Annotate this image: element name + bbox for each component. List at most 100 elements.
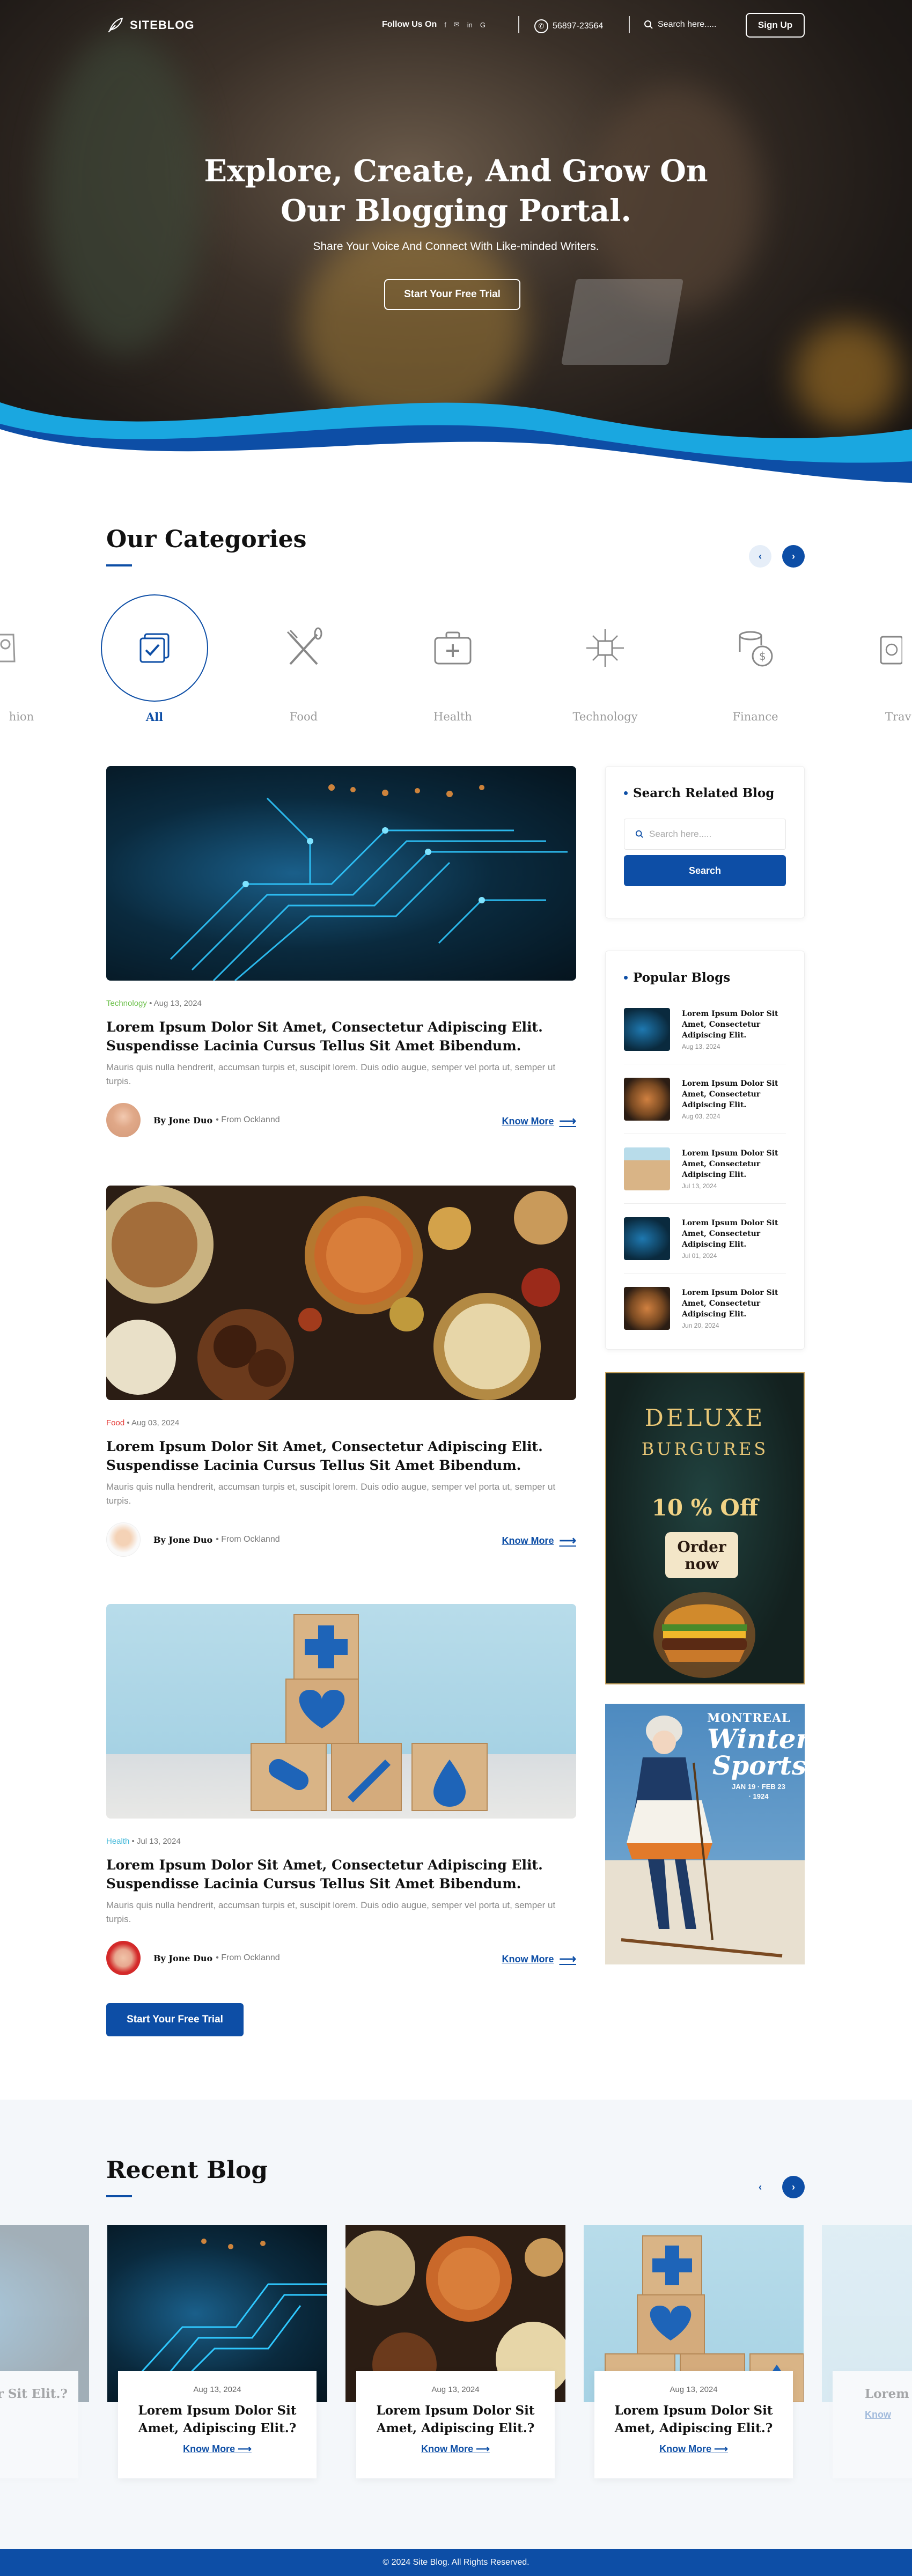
category-finance[interactable]: $ Finance [702, 594, 809, 723]
popular-blogs-card: Popular Blogs Lorem Ipsum Dolor Sit Amet… [605, 951, 805, 1350]
post-image-health[interactable] [106, 1604, 576, 1819]
recent-blog-title: Recent Blog [106, 2157, 268, 2184]
know-more-link[interactable]: Know More ⟶ [502, 1114, 576, 1128]
recent-card-title: Dolor Sit Elit.? [0, 2387, 68, 2401]
recent-card-more[interactable]: Know [865, 2409, 912, 2420]
skier-illustration [621, 1716, 783, 1957]
popular-item[interactable]: Lorem Ipsum Dolor Sit Amet, Consectetur … [624, 1064, 786, 1134]
post-category[interactable]: Technology [106, 999, 147, 1008]
post-excerpt: Mauris quis nulla hendrerit, accumsan tu… [106, 1900, 556, 1924]
popular-thumb [624, 1217, 670, 1260]
phone-contact[interactable]: ✆ 56897-23564 [534, 19, 603, 33]
recent-prev-button[interactable]: ‹ [749, 2176, 771, 2198]
hero-title-line2: Our Blogging Portal. [281, 193, 631, 229]
recent-card[interactable]: Aug 13, 2024 Lorem Ipsum Dolor Sit Amet,… [107, 2225, 327, 2478]
mail-icon[interactable]: ✉ [454, 20, 460, 29]
popular-list: Lorem Ipsum Dolor Sit Amet, Consectetur … [624, 995, 786, 1343]
coins-icon: $ [702, 594, 809, 702]
recent-card[interactable]: Aug 13, 2024 Lorem Ipsum Dolor Sit Amet,… [584, 2225, 804, 2478]
nav-search[interactable]: Search here..... [644, 20, 716, 30]
blog-post: Health • Jul 13, 2024 Lorem Ipsum Dolor … [106, 1604, 576, 1976]
category-fashion[interactable]: hion [0, 594, 54, 723]
category-travel[interactable]: Trav [854, 594, 912, 723]
category-health[interactable]: Health [399, 594, 506, 723]
burger-image [653, 1592, 755, 1678]
avatar [106, 1522, 141, 1557]
popular-item[interactable]: Lorem Ipsum Dolor Sit Amet, Consectetur … [624, 1134, 786, 1204]
ad-offer: 10 % Off [651, 1495, 759, 1521]
recent-card[interactable]: Lorem I Amet, A Know [822, 2225, 912, 2478]
site-logo[interactable]: SITEBLOG [106, 16, 194, 34]
recent-card[interactable]: Dolor Sit Elit.? [0, 2225, 89, 2478]
categories-prev-button[interactable]: ‹ [749, 545, 771, 568]
post-category[interactable]: Food [106, 1418, 124, 1427]
category-label: All [145, 710, 164, 724]
top-nav: SITEBLOG Follow Us On f ✉ in G ✆ 56897-2… [0, 0, 912, 51]
logo-text: SITEBLOG [130, 18, 195, 32]
post-date: Jul 13, 2024 [136, 1837, 181, 1846]
post-category[interactable]: Health [106, 1837, 129, 1846]
post-image-food[interactable] [106, 1186, 576, 1400]
nav-divider [518, 16, 519, 33]
popular-item[interactable]: Lorem Ipsum Dolor Sit Amet, Consectetur … [624, 1204, 786, 1274]
author-location-text: From Ocklannd [221, 1535, 280, 1544]
linkedin-icon[interactable]: in [467, 21, 473, 29]
post-title[interactable]: Lorem Ipsum Dolor Sit Amet, Consectetur … [106, 1856, 576, 1893]
popular-title: Lorem Ipsum Dolor Sit Amet, Consectetur … [682, 1079, 778, 1109]
phone-icon: ✆ [534, 19, 548, 33]
winter-sports-poster[interactable]: MONTREAL Winter Sports JAN 19 · FEB 23 ·… [605, 1704, 805, 1964]
know-more-label: Know More [183, 2443, 236, 2454]
popular-title: Lorem Ipsum Dolor Sit Amet, Consectetur … [682, 1009, 778, 1040]
signup-button[interactable]: Sign Up [746, 13, 805, 38]
burger-advertisement[interactable]: DELUXE BURGURES 10 % Off Order now [605, 1372, 805, 1684]
luggage-icon [854, 594, 912, 702]
categories-next-button[interactable]: › [782, 545, 805, 568]
author-name: By Jone Duo [153, 1534, 213, 1545]
popular-thumb [624, 1287, 670, 1330]
recent-card-title: Lorem Ipsum Dolor Sit Amet, Adipiscing E… [376, 2403, 535, 2435]
know-more-link[interactable]: Know More ⟶ [502, 1952, 576, 1966]
google-icon[interactable]: G [480, 21, 486, 29]
feather-icon [108, 17, 123, 33]
know-more-label: Know More [502, 1953, 554, 1964]
recent-next-button[interactable]: › [782, 2176, 805, 2198]
hero-foliage [43, 32, 204, 354]
order-now-button[interactable]: Order now [665, 1532, 738, 1578]
author-location: • From Ocklannd [216, 1535, 280, 1544]
fork-knife-icon [250, 594, 357, 702]
follow-us: Follow Us On f ✉ in G [382, 20, 486, 30]
hero-title-line1: Explore, Create, And Grow On [204, 153, 708, 189]
sidebar-search-input[interactable]: Search here..... [624, 819, 786, 850]
start-trial-button[interactable]: Start Your Free Trial [106, 2003, 244, 2036]
hero-title: Explore, Create, And Grow On Our Bloggin… [188, 151, 724, 231]
recent-card[interactable]: Aug 13, 2024 Lorem Ipsum Dolor Sit Amet,… [345, 2225, 565, 2478]
chip-icon [551, 594, 659, 702]
category-food[interactable]: Food [250, 594, 357, 723]
search-icon [644, 20, 653, 29]
hero-laptop [561, 279, 684, 365]
follow-label: Follow Us On [382, 20, 437, 29]
know-more-link[interactable]: Know More ⟶ [502, 1534, 576, 1548]
sidebar-search-button[interactable]: Search [624, 855, 786, 886]
facebook-icon[interactable]: f [444, 21, 446, 29]
popular-date: Jun 20, 2024 [682, 1322, 719, 1329]
post-title[interactable]: Lorem Ipsum Dolor Sit Amet, Consectetur … [106, 1018, 576, 1055]
post-image-technology[interactable] [106, 766, 576, 981]
post-author: By Jone Duo • From Ocklannd Know More ⟶ [106, 1940, 576, 1976]
nav-search-input[interactable]: Search here..... [658, 20, 716, 30]
popular-thumb [624, 1007, 670, 1051]
author-location: • From Ocklannd [216, 1953, 280, 1962]
arrow-right-icon: ⟶ [714, 2443, 728, 2454]
popular-item[interactable]: Lorem Ipsum Dolor Sit Amet, Consectetur … [624, 1274, 786, 1343]
hero-subtitle: Share Your Voice And Connect With Like-m… [313, 240, 599, 253]
hero-wave [0, 402, 912, 483]
popular-item[interactable]: Lorem Ipsum Dolor Sit Amet, Consectetur … [624, 995, 786, 1064]
category-all[interactable]: All [101, 594, 208, 724]
title-underline [106, 2195, 132, 2197]
recent-card-more[interactable]: Know More ⟶ [118, 2443, 317, 2455]
recent-card-more[interactable]: Know More ⟶ [356, 2443, 555, 2455]
hero-trial-button[interactable]: Start Your Free Trial [384, 279, 520, 310]
recent-card-more[interactable]: Know More ⟶ [594, 2443, 793, 2455]
category-technology[interactable]: Technology [551, 594, 659, 723]
post-title[interactable]: Lorem Ipsum Dolor Sit Amet, Consectetur … [106, 1437, 576, 1475]
